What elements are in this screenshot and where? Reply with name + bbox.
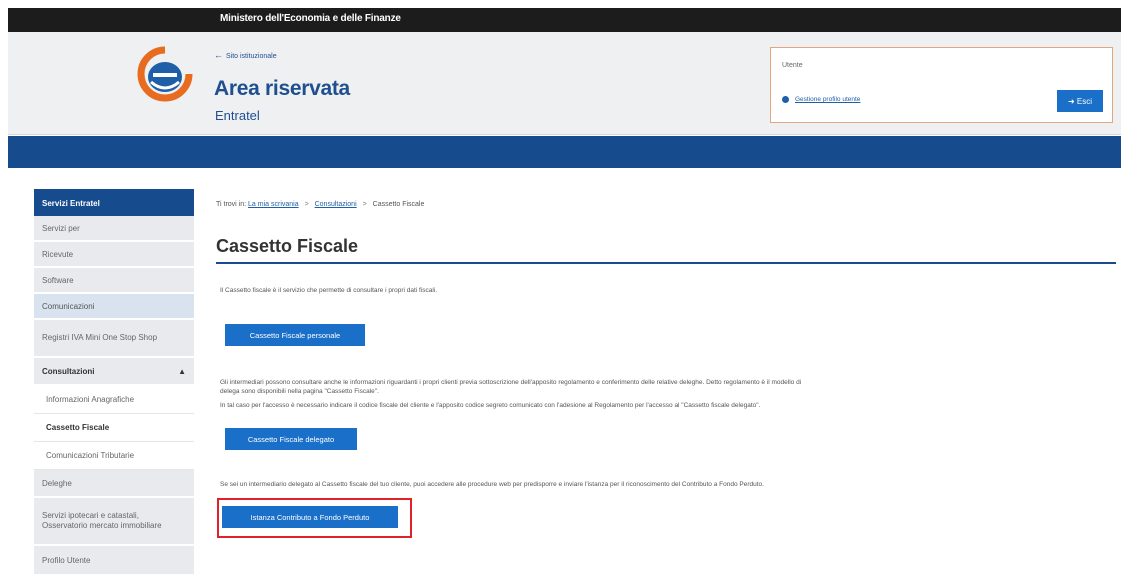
sidebar-subitem-informazioni-anagrafiche[interactable]: Informazioni Anagrafiche bbox=[34, 386, 194, 414]
user-label: Utente bbox=[782, 62, 803, 69]
sidebar-subitem-cassetto-fiscale[interactable]: Cassetto Fiscale bbox=[34, 414, 194, 442]
cassetto-personale-button[interactable]: Cassetto Fiscale personale bbox=[225, 324, 365, 346]
sidebar-item-profilo-utente[interactable]: Profilo Utente bbox=[34, 546, 194, 576]
sidebar-item-deleghe[interactable]: Deleghe bbox=[34, 470, 194, 498]
exit-button-label: Esci bbox=[1076, 96, 1093, 106]
back-link[interactable]: ← Sito istituzionale bbox=[214, 50, 277, 60]
sidebar: Servizi Entratel Servizi per Ricevute So… bbox=[34, 189, 194, 588]
sidebar-item-label: Registri IVA Mini One Stop Shop bbox=[42, 333, 158, 342]
user-box: Utente Gestione profilo utente ➜ Esci bbox=[770, 47, 1113, 123]
chevron-up-icon: ▲ bbox=[178, 366, 186, 376]
top-bar: Ministero dell'Economia e delle Finanze bbox=[8, 8, 1121, 32]
cassetto-delegato-button[interactable]: Cassetto Fiscale delegato bbox=[225, 428, 357, 450]
sidebar-subitem-label: Comunicazioni Tributarie bbox=[46, 451, 135, 460]
sidebar-item-label: Consultazioni bbox=[42, 366, 95, 376]
sidebar-subitem-label: Cassetto Fiscale bbox=[46, 423, 110, 432]
breadcrumb-link[interactable]: Consultazioni bbox=[315, 201, 357, 208]
page-title: Cassetto Fiscale bbox=[216, 236, 359, 256]
area-subtitle: Entratel bbox=[215, 108, 260, 123]
sidebar-item-label: Servizi ipotecari e catastali, Osservato… bbox=[42, 511, 162, 530]
arrow-left-icon: ← bbox=[214, 50, 223, 60]
breadcrumb-separator: > bbox=[362, 201, 367, 208]
user-icon bbox=[782, 96, 789, 103]
title-divider bbox=[216, 262, 1116, 264]
ministry-label: Ministero dell'Economia e delle Finanze bbox=[220, 13, 401, 24]
breadcrumb-current: Cassetto Fiscale bbox=[372, 201, 425, 208]
sidebar-item-software[interactable]: Software bbox=[34, 268, 194, 294]
istanza-contributo-button[interactable]: Istanza Contributo a Fondo Perduto bbox=[222, 506, 398, 528]
breadcrumb: Ti trovi in: La mia scrivania > Consulta… bbox=[216, 201, 424, 208]
logout-arrow-icon: ➜ bbox=[1067, 96, 1075, 106]
nav-bar bbox=[8, 136, 1121, 168]
sidebar-subitem-comunicazioni-tributarie[interactable]: Comunicazioni Tributarie bbox=[34, 442, 194, 470]
sidebar-item-label: Servizi per bbox=[42, 223, 80, 233]
sidebar-item-label: Deleghe bbox=[42, 478, 72, 488]
sidebar-item-label: Software bbox=[42, 275, 74, 285]
sidebar-heading[interactable]: Servizi Entratel bbox=[34, 189, 194, 216]
delegate-text-3: In tal caso per l'accesso è necessario i… bbox=[220, 402, 761, 409]
intro-text: Il Cassetto fiscale è il servizio che pe… bbox=[220, 287, 438, 294]
delegate-text-2: delega sono disponibili nella pagina "Ca… bbox=[220, 388, 379, 395]
agenzia-entrate-logo-icon bbox=[137, 46, 193, 102]
sidebar-item-ricevute[interactable]: Ricevute bbox=[34, 242, 194, 268]
exit-button[interactable]: ➜ Esci bbox=[1057, 90, 1103, 112]
sidebar-item-label: Comunicazioni bbox=[42, 301, 95, 311]
area-title: Area riservata bbox=[214, 77, 350, 100]
sidebar-item-comunicazioni[interactable]: Comunicazioni bbox=[34, 294, 194, 320]
grant-text: Se sei un intermediario delegato al Cass… bbox=[220, 481, 764, 488]
sidebar-item-label: Ricevute bbox=[42, 249, 74, 259]
breadcrumb-link[interactable]: La mia scrivania bbox=[248, 201, 299, 208]
sidebar-subitem-label: Informazioni Anagrafiche bbox=[46, 395, 135, 404]
back-link-label: Sito istituzionale bbox=[226, 53, 277, 60]
sidebar-item-servizi-per[interactable]: Servizi per bbox=[34, 216, 194, 242]
sidebar-item-label: Profilo Utente bbox=[42, 555, 91, 565]
sidebar-item-registri-iva[interactable]: Registri IVA Mini One Stop Shop bbox=[34, 320, 194, 358]
delegate-text-1: Gli intermediari possono consultare anch… bbox=[220, 379, 802, 386]
user-profile-link-label: Gestione profilo utente bbox=[795, 96, 861, 104]
sidebar-item-servizi-ipotecari[interactable]: Servizi ipotecari e catastali, Osservato… bbox=[34, 498, 194, 546]
site-header: ← Sito istituzionale Area riservata Entra… bbox=[8, 32, 1121, 135]
breadcrumb-prefix: Ti trovi in: bbox=[216, 201, 247, 208]
sidebar-item-consultazioni[interactable]: Consultazioni ▲ bbox=[34, 358, 194, 386]
user-profile-link[interactable]: Gestione profilo utente bbox=[782, 96, 860, 103]
breadcrumb-separator: > bbox=[304, 201, 309, 208]
